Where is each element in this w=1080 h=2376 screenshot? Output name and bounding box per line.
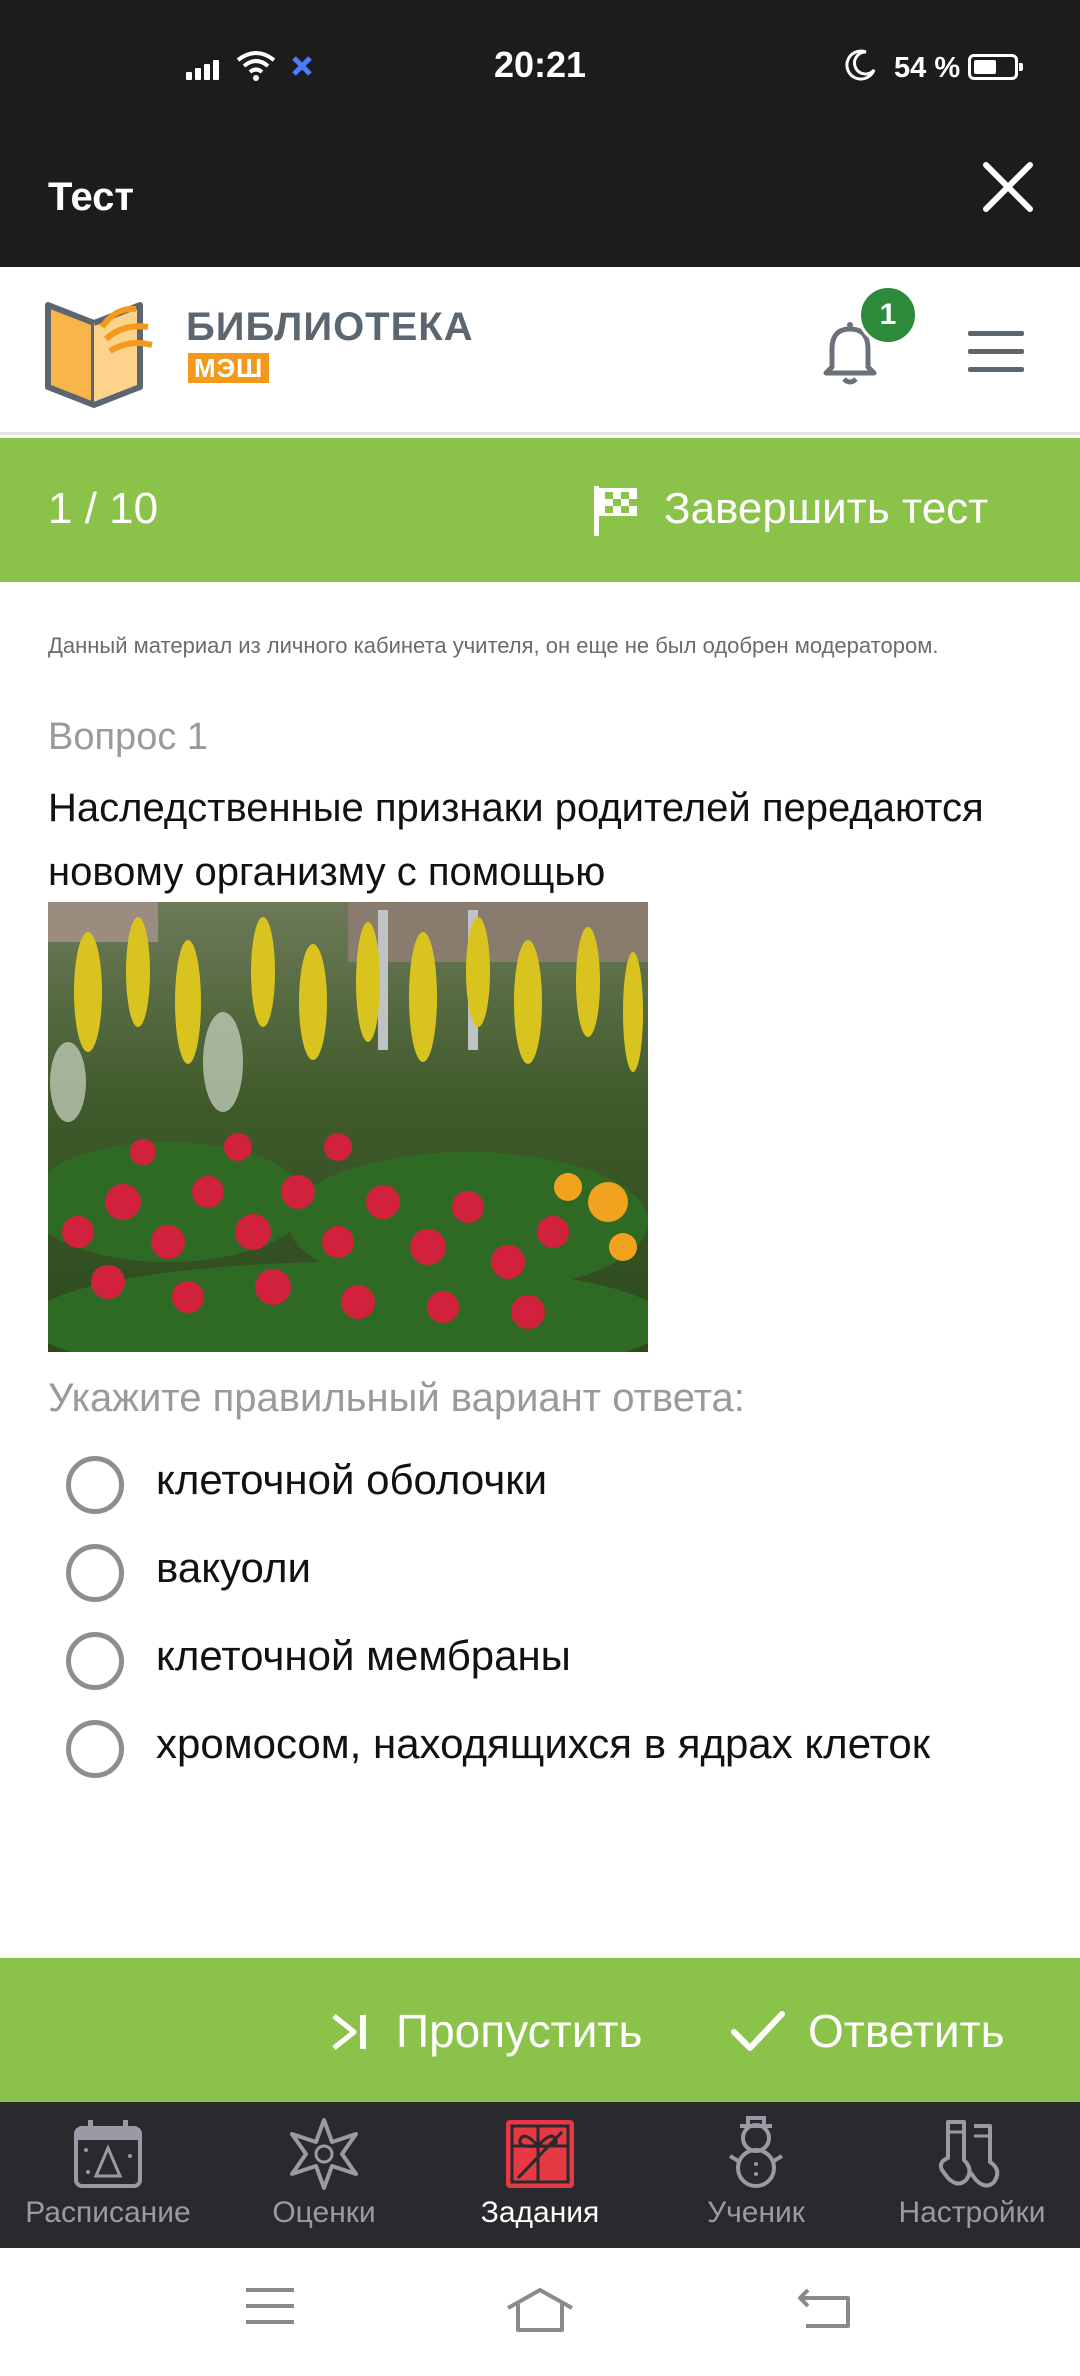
answer-instruction: Укажите правильный вариант ответа: bbox=[48, 1376, 745, 1420]
answer-option[interactable]: хромосом, находящихся в ядрах клеток bbox=[48, 1700, 1048, 1788]
skip-button[interactable]: Пропустить bbox=[324, 1994, 664, 2066]
finish-flag-icon bbox=[594, 486, 637, 536]
snowman-icon bbox=[728, 2116, 784, 2188]
finish-test-label: Завершить тест bbox=[664, 484, 989, 533]
close-icon[interactable] bbox=[978, 157, 1038, 217]
radio-button[interactable] bbox=[66, 1632, 124, 1690]
question-counter: 1 / 10 bbox=[48, 484, 159, 533]
answer-action-bar: Пропустить Ответить bbox=[0, 1958, 1080, 2102]
calendar-icon bbox=[74, 2120, 142, 2188]
status-bar: 20:21 54 % bbox=[0, 0, 1080, 135]
answer-options: клеточной оболочки вакуоли клеточной мем… bbox=[48, 1436, 1048, 1788]
test-progress-bar: 1 / 10 Завершить тест bbox=[0, 438, 1080, 582]
logo-title: БИБЛИОТЕКА bbox=[186, 305, 474, 349]
bottom-navigation: Расписание Оценки Задания Ученик Настрой… bbox=[0, 2102, 1080, 2248]
home-icon[interactable] bbox=[504, 2286, 576, 2334]
nav-item-grades[interactable]: Оценки bbox=[216, 2102, 432, 2248]
radio-button[interactable] bbox=[66, 1544, 124, 1602]
answer-option-label: клеточной оболочки bbox=[156, 1456, 548, 1503]
title-bar: Тест bbox=[0, 135, 1080, 267]
question-text: Наследственные признаки родителей переда… bbox=[48, 786, 984, 894]
answer-option-label: вакуоли bbox=[156, 1544, 311, 1591]
skip-label: Пропустить bbox=[396, 2005, 643, 2057]
question-image bbox=[48, 902, 648, 1352]
nav-item-schedule[interactable]: Расписание bbox=[0, 2102, 216, 2248]
battery-percent: 54 % bbox=[894, 52, 961, 84]
answer-option-label: клеточной мембраны bbox=[156, 1632, 571, 1679]
library-logo-icon[interactable] bbox=[44, 287, 156, 411]
answer-button[interactable]: Ответить bbox=[728, 1994, 1058, 2066]
nav-label: Оценки bbox=[272, 2196, 376, 2229]
socks-icon bbox=[938, 2120, 1000, 2188]
answer-option[interactable]: вакуоли bbox=[48, 1524, 1048, 1612]
answer-option[interactable]: клеточной мембраны bbox=[48, 1612, 1048, 1700]
logo-subtitle: МЭШ bbox=[188, 353, 270, 383]
star-icon bbox=[290, 2118, 358, 2190]
menu-icon[interactable] bbox=[968, 331, 1024, 373]
gift-icon bbox=[506, 2120, 574, 2188]
library-header: БИБЛИОТЕКА МЭШ 1 bbox=[0, 267, 1080, 435]
system-navigation-bar bbox=[0, 2248, 1080, 2376]
skip-icon bbox=[332, 2014, 366, 2050]
nav-label: Задания bbox=[480, 2196, 600, 2229]
back-icon[interactable] bbox=[796, 2286, 852, 2330]
answer-option-label: хромосом, находящихся в ядрах клеток bbox=[156, 1720, 931, 1767]
nav-item-settings[interactable]: Настройки bbox=[864, 2102, 1080, 2248]
answer-option[interactable]: клеточной оболочки bbox=[48, 1436, 1048, 1524]
checkmark-icon bbox=[731, 2011, 785, 2051]
answer-label: Ответить bbox=[808, 2005, 1005, 2057]
screen-title: Тест bbox=[48, 175, 134, 219]
nav-item-student[interactable]: Ученик bbox=[648, 2102, 864, 2248]
radio-button[interactable] bbox=[66, 1720, 124, 1778]
nav-label: Ученик bbox=[707, 2196, 805, 2229]
nav-label: Расписание bbox=[25, 2196, 191, 2229]
battery-icon bbox=[968, 54, 1023, 80]
nav-label: Настройки bbox=[898, 2196, 1046, 2229]
recent-apps-icon[interactable] bbox=[244, 2286, 296, 2326]
radio-button[interactable] bbox=[66, 1456, 124, 1514]
nav-item-tasks[interactable]: Задания bbox=[432, 2102, 648, 2248]
finish-test-button[interactable]: Завершить тест bbox=[590, 474, 1030, 544]
moon-icon bbox=[845, 49, 876, 81]
notification-badge: 1 bbox=[858, 285, 918, 345]
moderation-notice: Данный материал из личного кабинета учит… bbox=[48, 633, 939, 658]
question-number: Вопрос 1 bbox=[48, 716, 209, 758]
